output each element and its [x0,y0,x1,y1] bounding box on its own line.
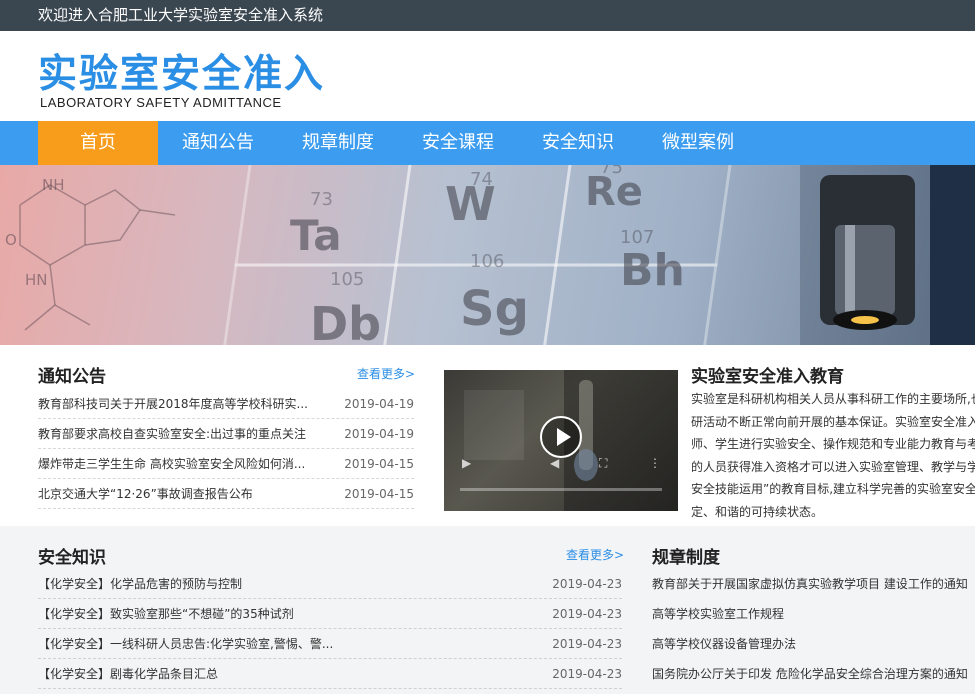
notice-title[interactable]: 教育部科技司关于开展2018年度高等学校科研实... [38,389,318,419]
banner-number-73: 73 [310,189,333,210]
banner-element-Sg: Sg [460,281,529,337]
education-line: 实验室是科研机构相关人员从事科研工作的主要场所,也 [691,392,975,406]
welcome-text: 欢迎进入合肥工业大学实验室安全准入系统 [38,6,324,24]
knowledge-item-title[interactable]: 【化学安全】一线科研人员忠告:化学实验室,警惕、警... [38,629,333,659]
video-progress-bar[interactable] [460,488,662,491]
knowledge-row[interactable]: 【化学安全】一线科研人员忠告:化学实验室,警惕、警... 2019-04-23 [38,629,622,659]
knowledge-item-date: 2019-04-23 [552,607,622,621]
regulations-title: 规章制度 [652,548,720,568]
notice-title[interactable]: 北京交通大学“12·26”事故调查报告公布 [38,479,318,509]
banner-element-Db: Db [310,297,381,345]
regulation-item[interactable]: 国务院办公厅关于印发 危险化学品安全综合治理方案的通知 [652,659,975,689]
banner-element-Ta: Ta [290,211,342,260]
education-title: 实验室安全准入教育 [691,367,844,387]
notices-title: 通知公告 [38,367,106,387]
fullscreen-icon[interactable]: ⛶ [599,456,607,471]
nav-item-cases[interactable]: 微型案例 [638,121,758,165]
nav-item-home[interactable]: 首页 [38,121,158,165]
notice-title[interactable]: 爆炸带走三学生生命 高校实验室安全风险如何消... [38,449,318,479]
volume-icon[interactable]: ◀ [550,456,559,470]
knowledge-item-title[interactable]: 【化学安全】化学品危害的预防与控制 [38,569,242,599]
banner-illustration: W Re Ta Sg Bh Db 105 106 107 74 75 73 NH… [5,165,975,345]
education-description: 实验室是科研机构相关人员从事科研工作的主要场所,也 研活动不断正常向前开展的基本… [691,388,975,518]
knowledge-row[interactable]: 【化学安全】致实验室那些“不想碰”的35种试剂 2019-04-23 [38,599,622,629]
education-line: 研活动不断正常向前开展的基本保证。实验室安全准入 [691,414,975,429]
nav-item-knowledge[interactable]: 安全知识 [518,121,638,165]
more-options-icon[interactable]: ⋮ [649,456,661,470]
notices-more-link[interactable]: 查看更多> [357,365,415,382]
notice-row[interactable]: 教育部要求高校自查实验室安全:出过事的重点关注 2019-04-19 [38,419,414,449]
banner-number-106: 106 [470,251,504,272]
knowledge-item-date: 2019-04-23 [552,667,622,681]
education-line: 的人员获得准入资格才可以进入实验室管理、教学与学 [691,459,975,474]
banner-element-Bh: Bh [620,245,685,296]
knowledge-title: 安全知识 [38,548,106,568]
video-player[interactable]: ▶ ◀ ⛶ ⋮ [444,370,678,511]
banner-label-HN: HN [25,271,48,289]
notice-date: 2019-04-15 [344,457,414,471]
banner-label-NH: NH [42,176,65,194]
banner-number-105: 105 [330,269,364,290]
banner-number-107: 107 [620,227,654,248]
welcome-bar: 欢迎进入合肥工业大学实验室安全准入系统 [0,0,975,31]
site-logo-subtitle: LABORATORY SAFETY ADMITTANCE [40,95,282,110]
education-line: 师、学生进行实验安全、操作规范和专业能力教育与考 [691,437,975,451]
knowledge-item-title[interactable]: 【化学安全】剧毒化学品条目汇总 [38,659,218,689]
knowledge-item-date: 2019-04-23 [552,577,622,591]
play-icon[interactable]: ▶ [462,456,471,470]
site-header: 实验室安全准入 LABORATORY SAFETY ADMITTANCE [0,31,975,121]
knowledge-row[interactable]: 【化学安全】化学品危害的预防与控制 2019-04-23 [38,569,622,599]
regulation-item[interactable]: 高等学校仪器设备管理办法 [652,629,975,659]
site-logo-title[interactable]: 实验室安全准入 [38,43,325,99]
notice-row[interactable]: 爆炸带走三学生生命 高校实验室安全风险如何消... 2019-04-15 [38,449,414,479]
notice-row[interactable]: 北京交通大学“12·26”事故调查报告公布 2019-04-15 [38,479,414,509]
notices-and-education-section: 通知公告 查看更多> 教育部科技司关于开展2018年度高等学校科研实... 20… [0,345,975,526]
banner-label-O: O [5,231,17,249]
notice-date: 2019-04-19 [344,427,414,441]
notice-row[interactable]: 教育部科技司关于开展2018年度高等学校科研实... 2019-04-19 [38,389,414,419]
notice-date: 2019-04-15 [344,487,414,501]
hero-banner: W Re Ta Sg Bh Db 105 106 107 74 75 73 NH… [0,165,975,345]
knowledge-and-regulations-section: 安全知识 查看更多> 【化学安全】化学品危害的预防与控制 2019-04-23 … [0,526,975,694]
main-nav: 首页 通知公告 规章制度 安全课程 安全知识 微型案例 [0,121,975,165]
banner-number-74: 74 [470,169,493,190]
knowledge-more-link[interactable]: 查看更多> [566,546,624,563]
knowledge-row[interactable]: 【化学安全】剧毒化学品条目汇总 2019-04-23 [38,659,622,689]
education-line: 定、和谐的可持续状态。 [691,504,824,519]
notice-title[interactable]: 教育部要求高校自查实验室安全:出过事的重点关注 [38,419,318,449]
nav-item-courses[interactable]: 安全课程 [398,121,518,165]
nav-item-notices[interactable]: 通知公告 [158,121,278,165]
nav-item-regulations[interactable]: 规章制度 [278,121,398,165]
regulation-item[interactable]: 高等学校实验室工作规程 [652,599,975,629]
knowledge-item-title[interactable]: 【化学安全】致实验室那些“不想碰”的35种试剂 [38,599,294,629]
play-button[interactable] [540,416,582,458]
banner-number-75: 75 [600,165,623,178]
knowledge-item-date: 2019-04-23 [552,637,622,651]
regulation-item[interactable]: 教育部关于开展国家虚拟仿真实验教学项目 建设工作的通知 [652,569,975,599]
education-line: 安全技能运用”的教育目标,建立科学完善的实验室安全 [691,482,975,496]
notice-date: 2019-04-19 [344,397,414,411]
